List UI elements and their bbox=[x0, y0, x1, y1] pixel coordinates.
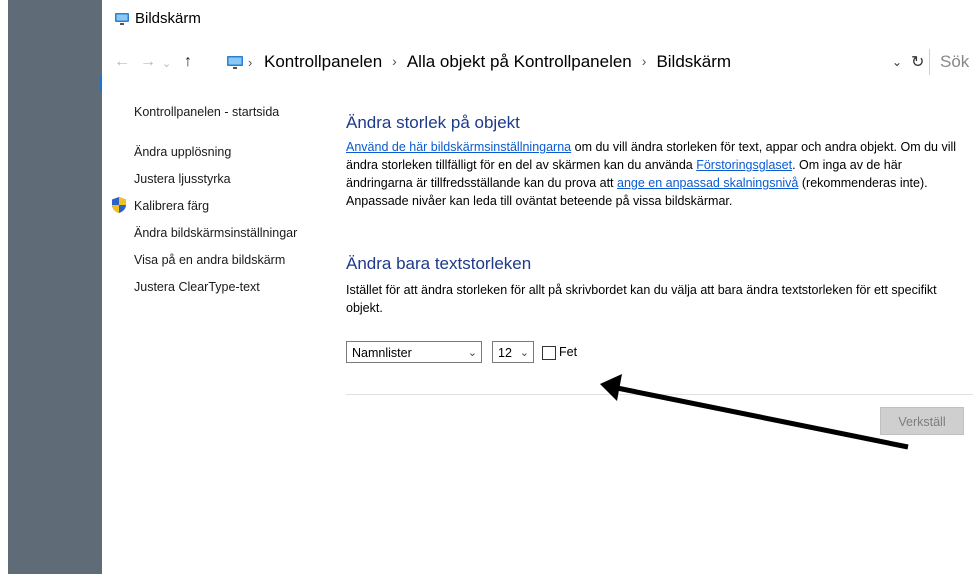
bold-label: Fet bbox=[559, 345, 578, 359]
divider bbox=[346, 394, 973, 395]
size-select[interactable]: 12 ⌄ bbox=[492, 341, 534, 363]
sidebar-item-second-display[interactable]: Visa på en andra bildskärm bbox=[134, 253, 285, 267]
section-title: Ändra storlek på objekt bbox=[346, 113, 520, 132]
refresh-icon[interactable]: ↻ bbox=[911, 52, 924, 72]
desktop-background bbox=[8, 0, 102, 574]
control-panel-window: Bildskärm ← → ⌄ ↑ › Kontrollpanelen › Al… bbox=[102, 0, 980, 574]
magnifier-link[interactable]: Förstoringsglaset bbox=[696, 158, 792, 172]
screen-edge bbox=[0, 0, 8, 574]
breadcrumb-item[interactable]: Kontrollpanelen bbox=[264, 52, 382, 72]
breadcrumb-item[interactable]: Bildskärm bbox=[656, 52, 731, 72]
dropdown-chevron-icon[interactable]: ⌄ bbox=[892, 55, 902, 69]
breadcrumb-item[interactable]: Alla objekt på Kontrollpanelen bbox=[407, 52, 632, 72]
chevron-down-icon: ⌄ bbox=[467, 347, 477, 359]
sidebar-item-cleartype[interactable]: Justera ClearType-text bbox=[134, 280, 260, 294]
up-arrow-icon[interactable]: ↑ bbox=[184, 53, 192, 71]
element-select[interactable]: Namnlister ⌄ bbox=[346, 341, 482, 363]
section-description: Istället för att ändra storleken för all… bbox=[346, 283, 937, 315]
control-panel-icon bbox=[227, 56, 243, 69]
chevron-right-icon: › bbox=[641, 53, 647, 69]
recent-chevron-icon[interactable]: ⌄ bbox=[162, 57, 171, 70]
display-settings-link[interactable]: Använd de här bildskärmsinställningarna bbox=[346, 140, 571, 154]
bold-checkbox[interactable] bbox=[542, 346, 556, 360]
section-title: Ändra bara textstorleken bbox=[346, 254, 532, 273]
window-title: Bildskärm bbox=[135, 10, 201, 27]
title-bar: Bildskärm bbox=[102, 0, 980, 40]
monitor-icon bbox=[115, 13, 129, 25]
back-arrow-icon[interactable]: ← bbox=[114, 53, 130, 71]
section-description: Använd de här bildskärmsinställningarna … bbox=[346, 140, 957, 208]
breadcrumb: Kontrollpanelen › Alla objekt på Kontrol… bbox=[254, 52, 731, 72]
custom-scaling-link[interactable]: ange en anpassad skalningsnivå bbox=[617, 176, 798, 190]
shield-icon bbox=[112, 197, 126, 213]
forward-arrow-icon[interactable]: → bbox=[140, 53, 156, 71]
sidebar-item-resolution[interactable]: Ändra upplösning bbox=[134, 145, 231, 159]
apply-button[interactable]: Verkställ bbox=[880, 407, 964, 435]
chevron-right-icon: › bbox=[392, 53, 397, 69]
sidebar-item-home[interactable]: Kontrollpanelen - startsida bbox=[134, 105, 279, 119]
sidebar-item-display-settings[interactable]: Ändra bildskärmsinställningar bbox=[134, 226, 297, 240]
search-input[interactable]: Sök bbox=[929, 49, 980, 75]
address-bar[interactable]: ← → ⌄ ↑ › Kontrollpanelen › Alla objekt … bbox=[102, 46, 980, 80]
sidebar-item-brightness[interactable]: Justera ljusstyrka bbox=[134, 172, 231, 186]
sidebar-item-calibrate[interactable]: Kalibrera färg bbox=[134, 199, 209, 213]
breadcrumb-separator-icon: › bbox=[248, 55, 253, 70]
chevron-down-icon: ⌄ bbox=[519, 347, 529, 359]
